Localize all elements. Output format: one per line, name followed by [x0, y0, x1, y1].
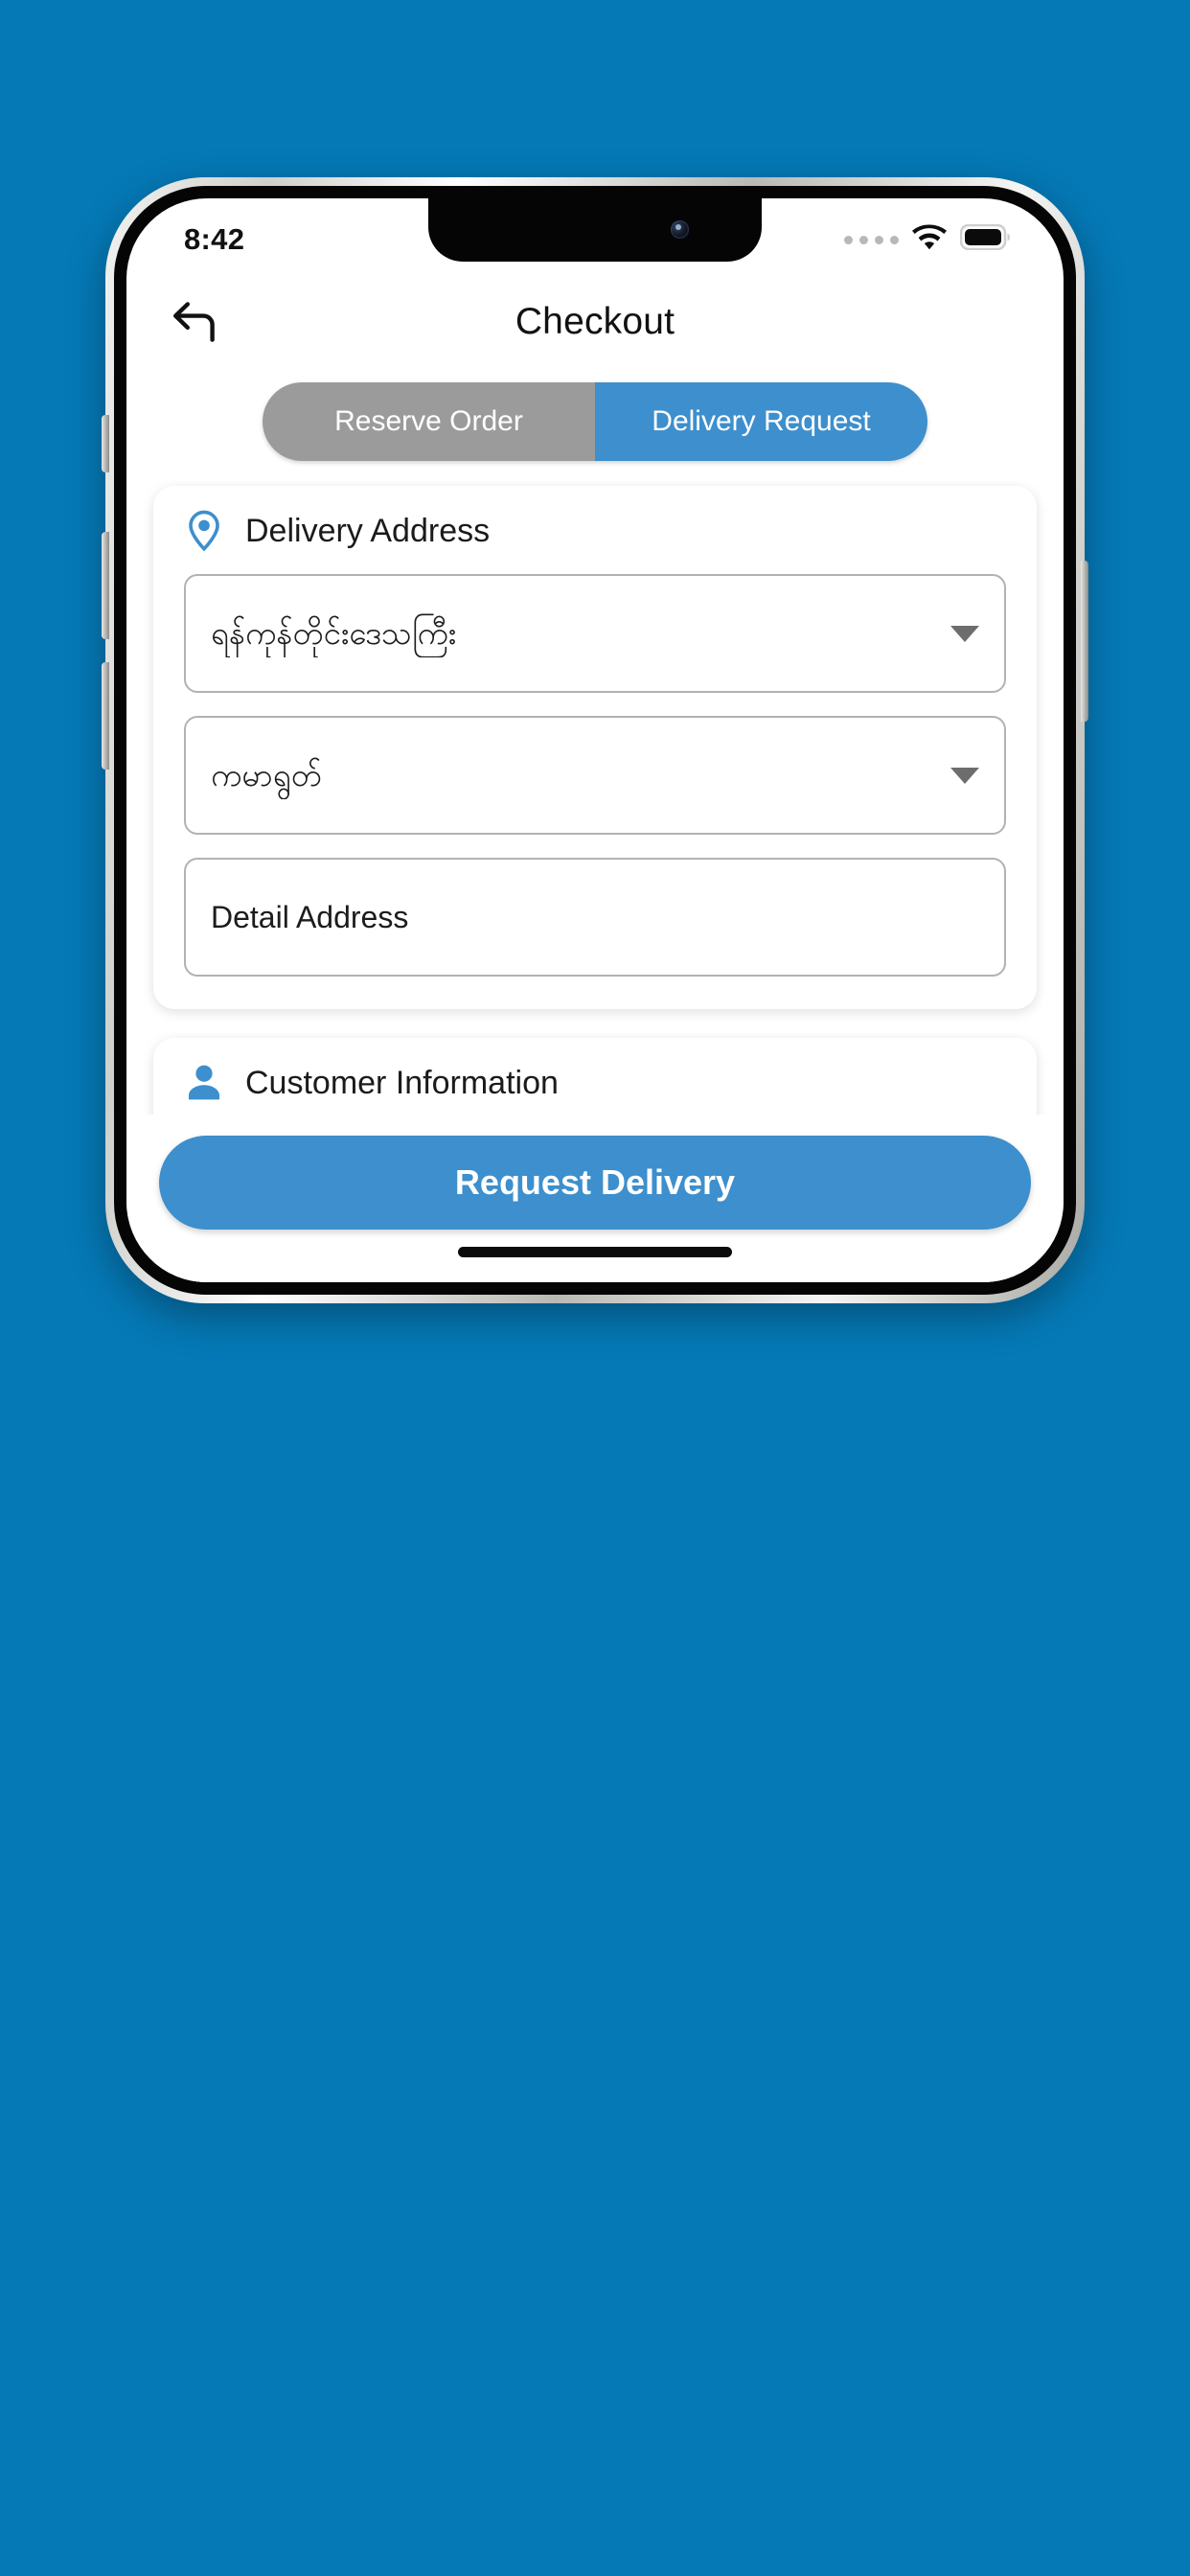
chevron-down-icon	[950, 767, 979, 784]
app-header: Checkout	[126, 279, 1064, 365]
volume-up-button[interactable]	[102, 532, 109, 639]
delivery-address-card: Delivery Address ရန်ကုန်တိုင်းဒေသကြီး ကမ…	[153, 486, 1037, 1009]
customer-information-title: Customer Information	[245, 1064, 559, 1101]
delivery-address-header: Delivery Address	[184, 510, 1006, 552]
status-clock: 8:42	[184, 222, 245, 256]
device-bezel: 8:42 Checkout Reserve Order Delivery Req…	[114, 186, 1076, 1295]
tab-reserve-order[interactable]: Reserve Order	[263, 382, 595, 461]
township-select-value: ကမာရွတ်	[211, 757, 322, 794]
signal-dots-icon	[844, 235, 899, 244]
wifi-icon	[912, 223, 947, 256]
person-icon	[184, 1063, 224, 1103]
power-button[interactable]	[1081, 561, 1088, 722]
phone-screen: 8:42 Checkout Reserve Order Delivery Req…	[126, 198, 1064, 1282]
delivery-address-title: Delivery Address	[245, 512, 491, 549]
mute-switch-button[interactable]	[102, 415, 109, 472]
bottom-action-bar: Request Delivery	[126, 1115, 1064, 1282]
order-type-segmented-control: Reserve Order Delivery Request	[263, 382, 927, 461]
region-select[interactable]: ရန်ကုန်တိုင်းဒေသကြီး	[184, 574, 1006, 693]
request-delivery-button[interactable]: Request Delivery	[159, 1136, 1031, 1230]
back-arrow-icon[interactable]	[165, 291, 226, 353]
phone-device-frame: 8:42 Checkout Reserve Order Delivery Req…	[102, 177, 1088, 1303]
volume-down-button[interactable]	[102, 662, 109, 770]
tab-delivery-request[interactable]: Delivery Request	[595, 382, 927, 461]
region-select-value: ရန်ကုန်တိုင်းဒေသကြီး	[211, 615, 457, 652]
township-select[interactable]: ကမာရွတ်	[184, 716, 1006, 835]
chevron-down-icon	[950, 625, 979, 642]
status-icons	[844, 223, 1010, 256]
status-bar: 8:42	[126, 198, 1064, 267]
detail-address-input[interactable]: Detail Address	[184, 858, 1006, 977]
page-title: Checkout	[515, 301, 675, 342]
battery-full-icon	[959, 223, 1010, 255]
detail-address-value: Detail Address	[211, 899, 409, 934]
customer-information-header: Customer Information	[184, 1063, 1006, 1103]
home-indicator[interactable]	[458, 1247, 732, 1257]
location-pin-icon	[184, 510, 224, 552]
